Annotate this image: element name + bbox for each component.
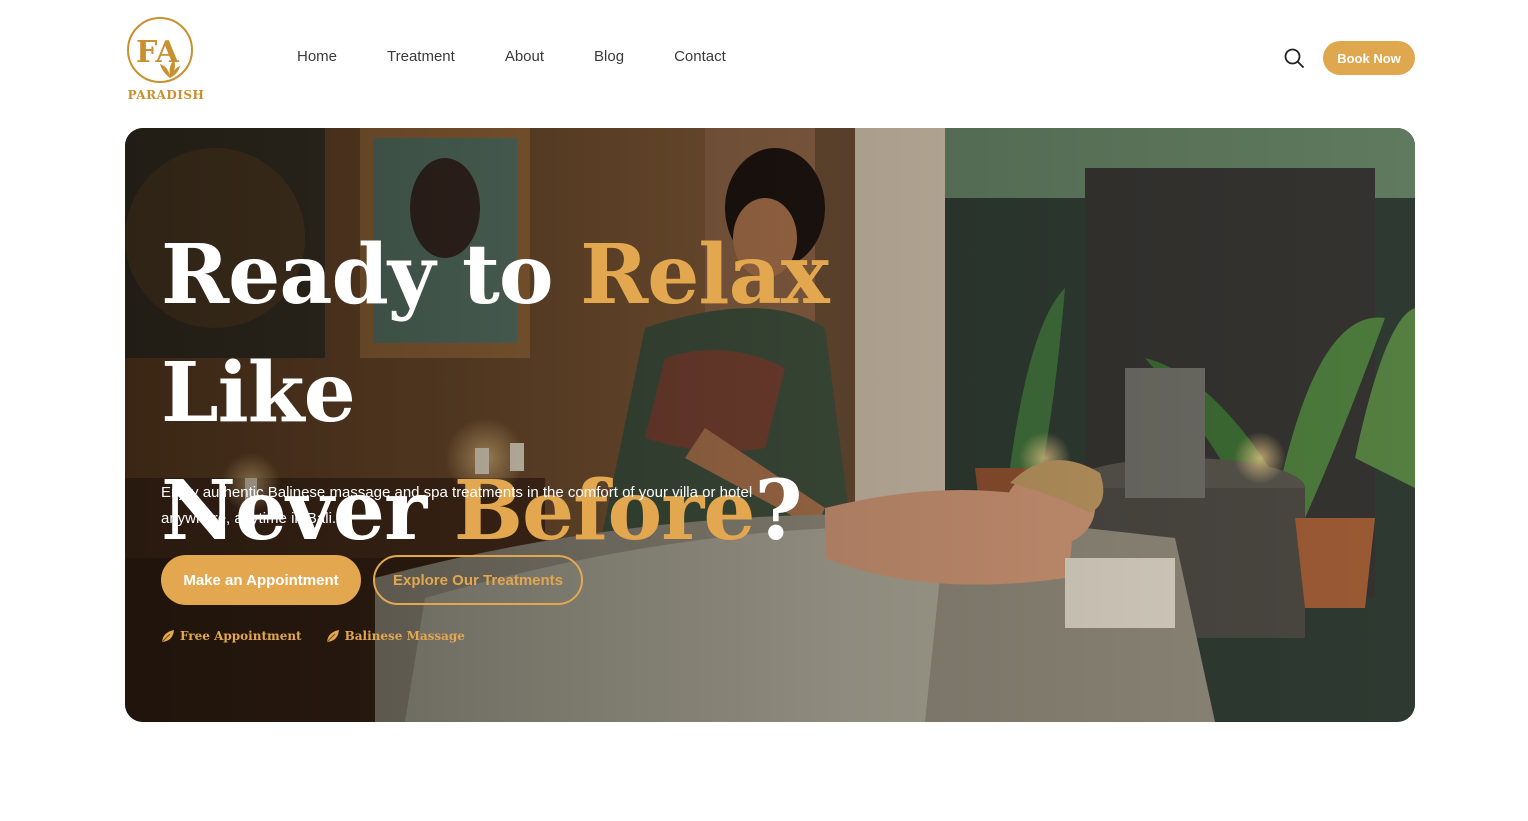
- hero-title-part-1: Ready to: [161, 227, 581, 323]
- nav-treatment[interactable]: Treatment: [387, 47, 455, 67]
- hero-title-part-2: Like: [161, 345, 356, 441]
- nav-contact[interactable]: Contact: [674, 47, 726, 67]
- feature-label: Free Appointment: [180, 629, 302, 643]
- make-appointment-button[interactable]: Make an Appointment: [161, 555, 361, 605]
- feature-label: Balinese Massage: [344, 629, 465, 643]
- feature-balinese-massage: Balinese Massage: [326, 629, 465, 643]
- hero-description: Enjoy authentic Balinese massage and spa…: [161, 484, 753, 527]
- nav-blog[interactable]: Blog: [594, 47, 624, 67]
- hero-title-highlight-relax: Relax: [580, 227, 829, 323]
- search-icon: [1284, 48, 1304, 68]
- feature-free-appointment: Free Appointment: [161, 629, 302, 643]
- book-now-button[interactable]: Book Now: [1323, 41, 1415, 75]
- nav-home[interactable]: Home: [297, 47, 337, 67]
- main-nav: Home Treatment About Blog Contact: [297, 47, 776, 67]
- brand-name: PARADISH: [127, 88, 205, 102]
- explore-treatments-button[interactable]: Explore Our Treatments: [373, 555, 583, 605]
- leaf-icon: [326, 630, 339, 643]
- hero-section: Ready to Relax Like Never Before? Enjoy …: [125, 128, 1415, 722]
- nav-about[interactable]: About: [505, 47, 544, 67]
- logo-emblem-icon: FA: [127, 17, 193, 83]
- brand-logo[interactable]: FA PARADISH: [124, 12, 204, 108]
- search-button[interactable]: [1282, 46, 1306, 70]
- leaf-icon: [161, 630, 174, 643]
- hero-features: Free Appointment Balinese Massage: [161, 629, 465, 643]
